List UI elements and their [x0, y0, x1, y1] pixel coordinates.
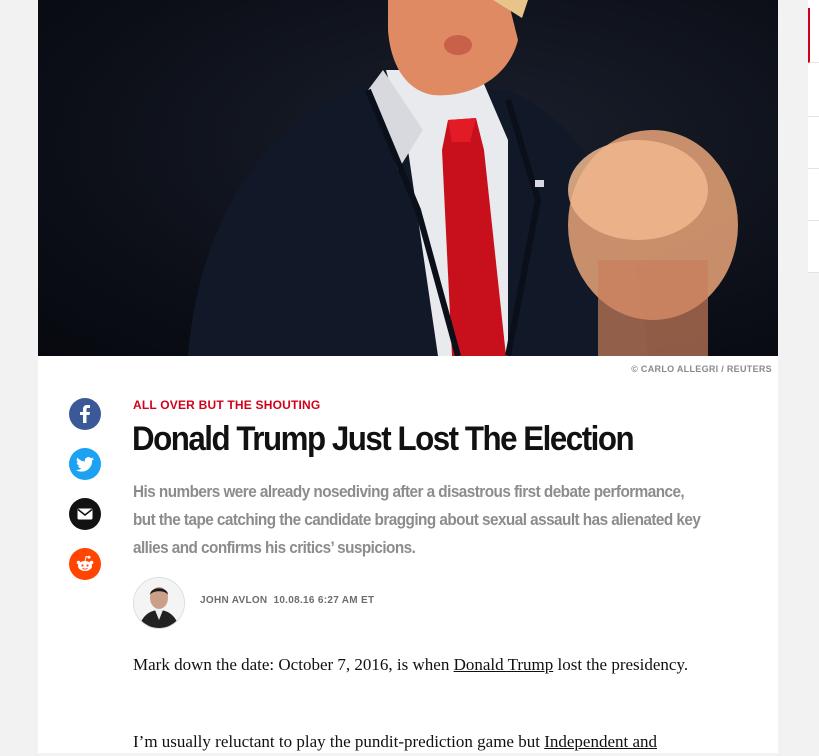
body-paragraph-2: I’m usually reluctant to play the pundit… — [133, 728, 733, 756]
rail-item[interactable] — [808, 62, 819, 117]
rail-item[interactable] — [808, 168, 819, 221]
article-card: © CARLO ALLEGRI / REUTERS ALL OVER BUT T… — [38, 356, 778, 753]
right-rail — [808, 0, 819, 273]
email-icon — [77, 508, 93, 520]
article-headline: Donald Trump Just Lost The Election — [132, 420, 635, 458]
paragraph-1-text: Mark down the date: October 7, 2016, is … — [133, 655, 454, 674]
rail-item[interactable] — [808, 116, 819, 169]
email-share-button[interactable] — [69, 498, 101, 530]
body-paragraph-1: Mark down the date: October 7, 2016, is … — [133, 651, 733, 679]
facebook-icon — [80, 405, 90, 423]
article-kicker[interactable]: ALL OVER BUT THE SHOUTING — [133, 398, 320, 412]
twitter-icon — [76, 456, 94, 472]
hero-photo — [38, 0, 778, 356]
photo-credit: © CARLO ALLEGRI / REUTERS — [631, 364, 772, 374]
author-name[interactable]: JOHN AVLON — [200, 595, 267, 606]
hero-illustration — [188, 0, 738, 356]
author-avatar[interactable] — [133, 577, 185, 629]
independent-link[interactable]: Independent and — [544, 732, 657, 751]
byline: JOHN AVLON 10.08.16 6:27 AM ET — [200, 595, 374, 606]
reddit-share-button[interactable] — [69, 548, 101, 580]
reddit-icon — [76, 555, 94, 571]
paragraph-2-text: I’m usually reluctant to play the pundit… — [133, 732, 545, 751]
paragraph-1-text-end: lost the presidency. — [553, 655, 689, 674]
publish-date: 10.08.16 6:27 AM ET — [273, 595, 375, 606]
author-photo — [134, 578, 184, 628]
twitter-share-button[interactable] — [69, 448, 101, 480]
rail-item[interactable] — [808, 8, 819, 63]
donald-trump-link[interactable]: Donald Trump — [454, 655, 554, 674]
article-dek: His numbers were already nosediving afte… — [133, 482, 701, 557]
rail-item[interactable] — [808, 220, 819, 273]
facebook-share-button[interactable] — [69, 398, 101, 430]
